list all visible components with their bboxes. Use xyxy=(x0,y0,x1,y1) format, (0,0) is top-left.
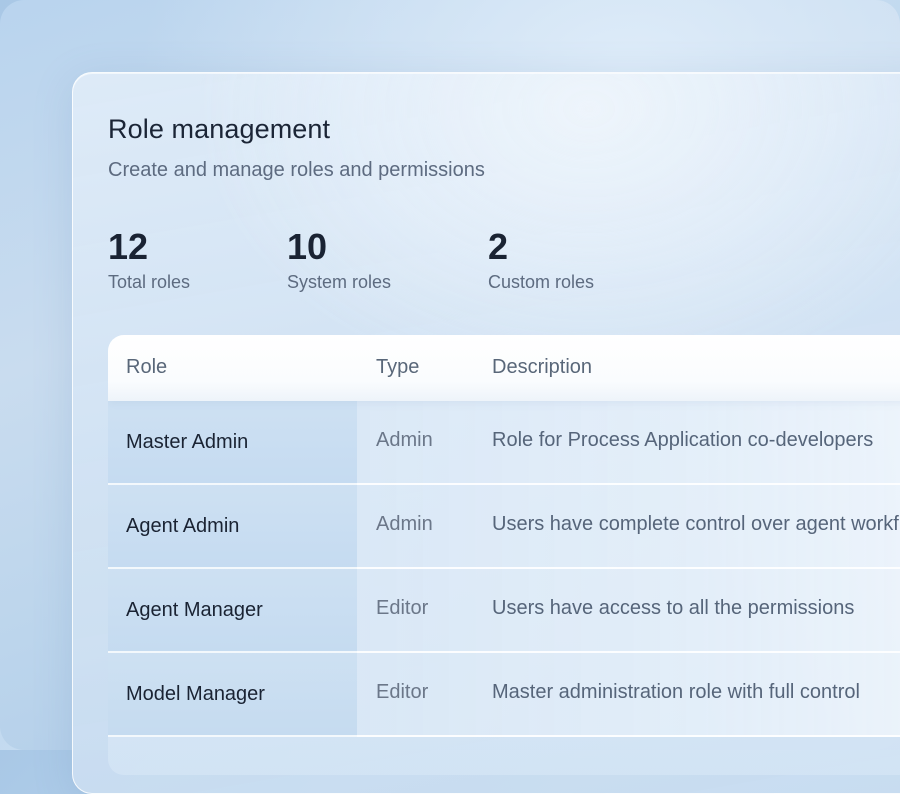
role-name: Agent Manager xyxy=(126,599,263,621)
table-row[interactable]: Agent Admin Admin Users have complete co… xyxy=(108,485,900,569)
role-name: Master Admin xyxy=(126,431,249,453)
role-type: Admin xyxy=(376,513,433,535)
role-cell: Master Admin xyxy=(108,401,357,485)
column-header-type[interactable]: Type xyxy=(376,356,419,379)
row-details: Editor Users have access to all the perm… xyxy=(357,569,900,653)
role-type: Editor xyxy=(376,597,429,619)
stat-label: Total roles xyxy=(108,272,191,292)
roles-table: Role Type Description Master Admin Admin… xyxy=(108,335,900,775)
role-type: Admin xyxy=(376,429,433,451)
page-title: Role management xyxy=(108,114,331,144)
role-type: Editor xyxy=(376,681,429,703)
role-cell: Model Manager xyxy=(108,653,357,737)
stat-label: Custom roles xyxy=(488,272,595,292)
stat-total-roles: 12 Total roles xyxy=(108,226,190,293)
table-row[interactable]: Master Admin Admin Role for Process Appl… xyxy=(108,401,900,485)
role-cell: Agent Manager xyxy=(108,569,357,653)
stat-value: 12 xyxy=(108,226,149,267)
page-subtitle: Create and manage roles and permissions xyxy=(108,159,485,181)
stat-custom-roles: 2 Custom roles xyxy=(488,226,594,293)
stat-value: 10 xyxy=(287,226,328,267)
stat-value: 2 xyxy=(488,226,509,267)
table-row[interactable]: Model Manager Editor Master administrati… xyxy=(108,653,900,737)
row-details: Admin Users have complete control over a… xyxy=(357,485,900,569)
role-description: Users have complete control over agent w… xyxy=(492,513,900,535)
table-header: Role Type Description xyxy=(108,335,900,401)
role-description: Role for Process Application co-develope… xyxy=(492,429,874,451)
column-header-description[interactable]: Description xyxy=(492,356,592,379)
table-row[interactable]: Agent Manager Editor Users have access t… xyxy=(108,569,900,653)
role-cell: Agent Admin xyxy=(108,485,357,569)
stat-label: System roles xyxy=(287,272,392,292)
role-description: Master administration role with full con… xyxy=(492,681,860,703)
stat-system-roles: 10 System roles xyxy=(287,226,391,293)
column-header-role[interactable]: Role xyxy=(126,356,167,379)
role-description: Users have access to all the permissions xyxy=(492,597,855,619)
row-details: Admin Role for Process Application co-de… xyxy=(357,401,900,485)
role-name: Agent Admin xyxy=(126,515,240,537)
row-details: Editor Master administration role with f… xyxy=(357,653,900,737)
role-name: Model Manager xyxy=(126,683,265,705)
